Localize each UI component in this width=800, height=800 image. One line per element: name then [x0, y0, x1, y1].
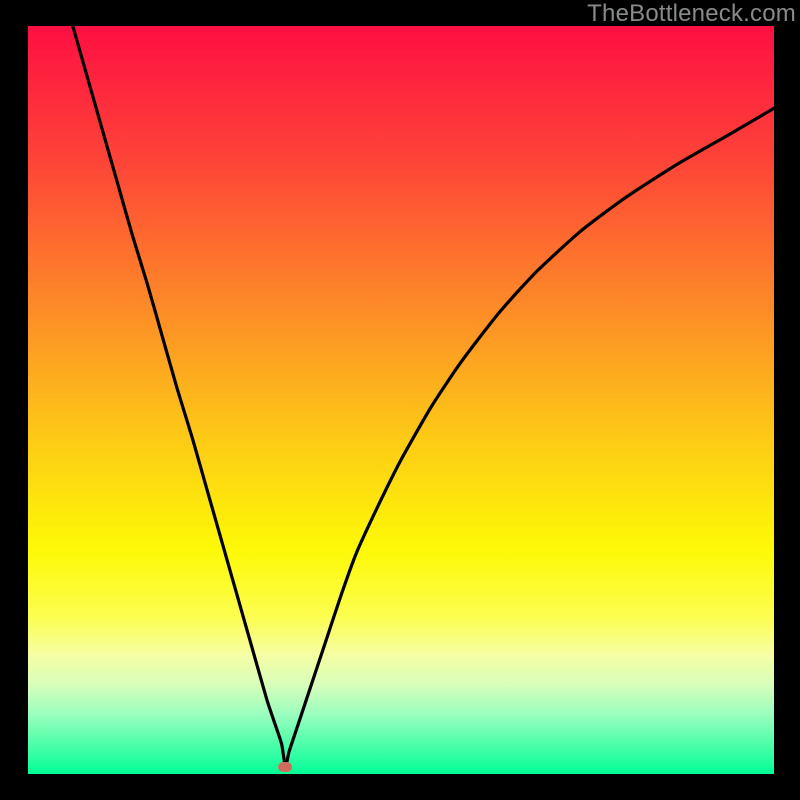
- plot-area: [28, 26, 774, 774]
- bottleneck-chart: TheBottleneck.com: [0, 0, 800, 800]
- bottleneck-curve-path: [73, 26, 774, 767]
- watermark-text: TheBottleneck.com: [587, 0, 796, 28]
- curve-layer: [28, 26, 774, 774]
- optimal-marker: [278, 762, 292, 772]
